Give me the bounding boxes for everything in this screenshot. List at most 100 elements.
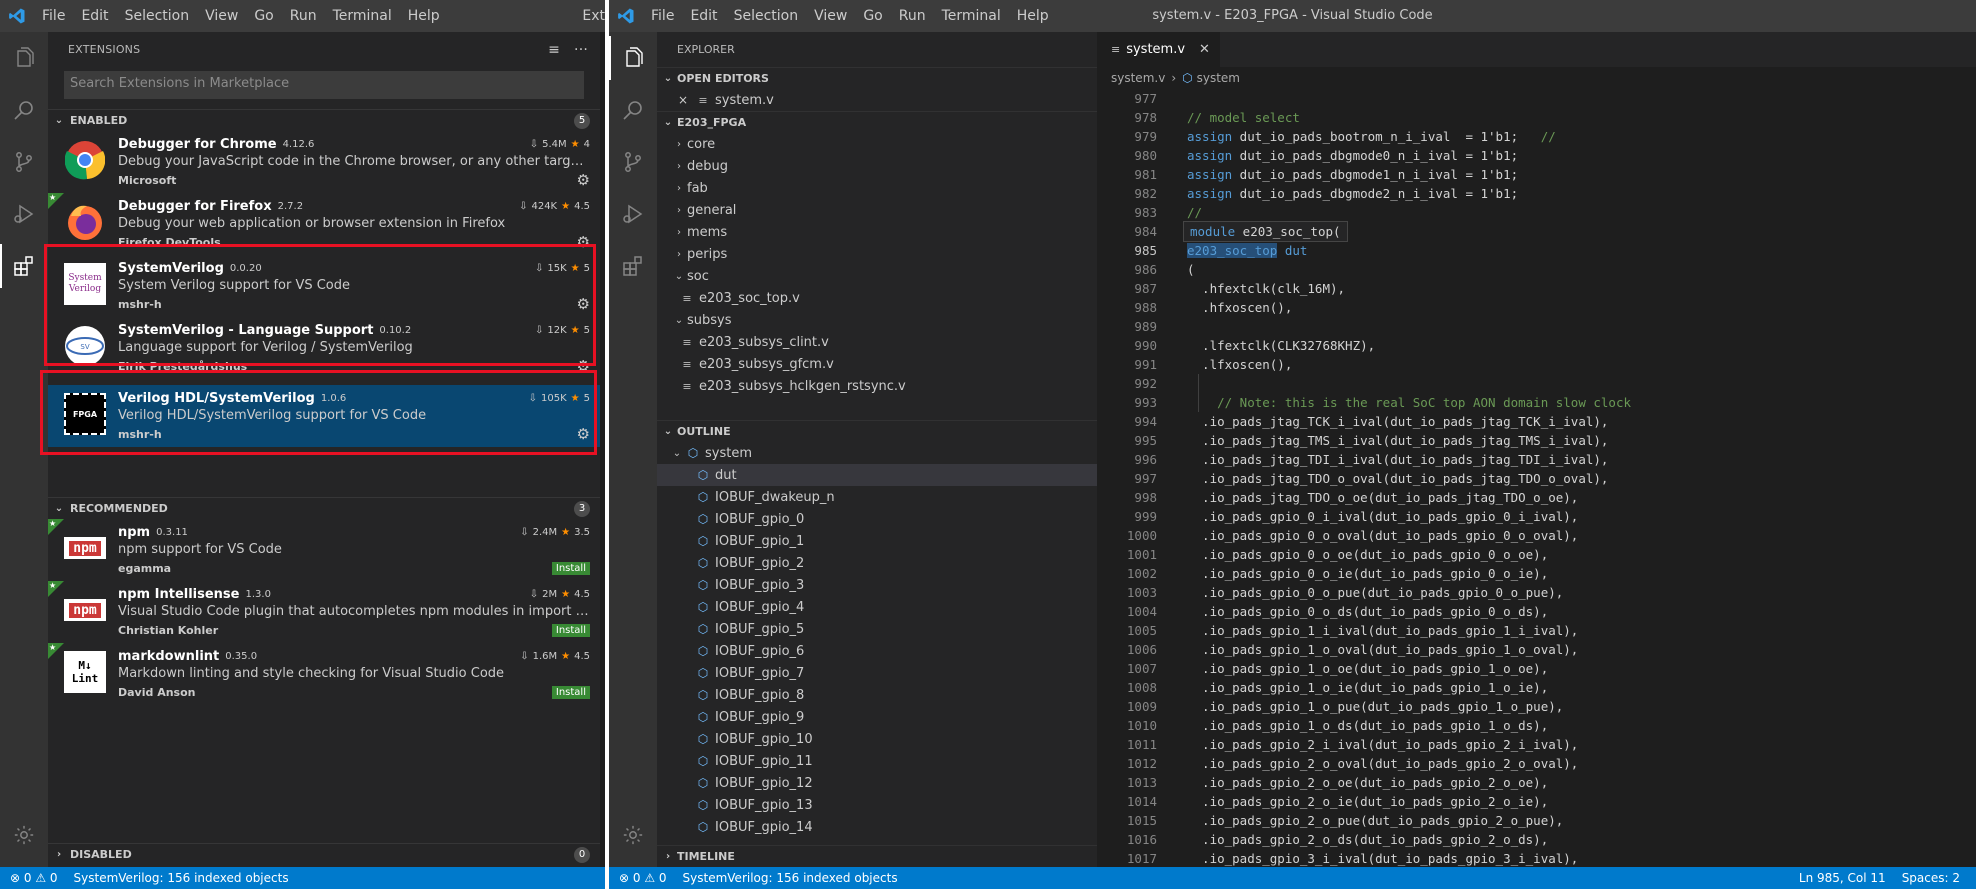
extension-publisher[interactable]: Christian Kohler bbox=[118, 624, 218, 637]
close-icon[interactable]: × bbox=[675, 93, 691, 107]
outline-item[interactable]: ⬡ IOBUF_gpio_13 bbox=[657, 794, 1097, 816]
more-actions-icon[interactable]: ··· bbox=[574, 42, 588, 58]
file-item[interactable]: ≡ e203_subsys_clint.v bbox=[657, 331, 1097, 353]
outline-root[interactable]: ⌄ ⬡ system bbox=[657, 442, 1097, 464]
breadcrumb-symbol[interactable]: system bbox=[1197, 71, 1240, 85]
folder-item[interactable]: › core bbox=[657, 133, 1097, 155]
code-area[interactable]: 977 978 // model select 979 assign dut_io_pa… bbox=[1097, 89, 1976, 867]
install-button[interactable]: Install bbox=[551, 685, 590, 699]
cursor-position[interactable]: Ln 985, Col 11 bbox=[1799, 871, 1886, 885]
menu-terminal[interactable]: Terminal bbox=[325, 0, 400, 32]
manage-extension-gear-icon[interactable]: ⚙ bbox=[577, 171, 590, 189]
outline-item[interactable]: ⬡ IOBUF_gpio_14 bbox=[657, 816, 1097, 838]
extension-item[interactable]: ★ npm npm 0.3.11 ⇩ 2.4M ★ 3.5 npm support for VS… bbox=[48, 519, 600, 581]
folder-item[interactable]: › fab bbox=[657, 177, 1097, 199]
file-item[interactable]: ≡ e203_subsys_hclkgen_rstsync.v bbox=[657, 375, 1097, 397]
extension-publisher[interactable]: mshr-h bbox=[118, 298, 162, 311]
extension-publisher[interactable]: Firefox DevTools bbox=[118, 236, 221, 249]
menu-selection[interactable]: Selection bbox=[117, 0, 198, 32]
extension-publisher[interactable]: mshr-h bbox=[118, 428, 162, 441]
outline-item[interactable]: ⬡ IOBUF_gpio_1 bbox=[657, 530, 1097, 552]
menu-overflow[interactable]: Ext bbox=[574, 0, 605, 32]
outline-item[interactable]: ⬡ IOBUF_gpio_0 bbox=[657, 508, 1097, 530]
install-button[interactable]: Install bbox=[551, 561, 590, 575]
extension-item[interactable]: ★ Debugger for Firefox 2.7.2 ⇩ 424K ★ 4.5 Debug… bbox=[48, 193, 600, 255]
manage-extension-gear-icon[interactable]: ⚙ bbox=[577, 233, 590, 251]
extension-publisher[interactable]: Eirik Prestegårdshus bbox=[118, 360, 247, 373]
outline-item[interactable]: ⬡ IOBUF_gpio_12 bbox=[657, 772, 1097, 794]
extension-item[interactable]: ★ npm npm Intellisense 1.3.0 ⇩ 2M ★ 4.5 Visual S… bbox=[48, 581, 600, 643]
extensions-icon[interactable] bbox=[0, 240, 48, 292]
folder-item[interactable]: ⌄ soc bbox=[657, 265, 1097, 287]
extension-item[interactable]: System Verilog SystemVerilog 0.0.20 ⇩ 15K ★ 5 S… bbox=[48, 255, 600, 317]
manage-gear-icon[interactable] bbox=[609, 809, 657, 861]
problems-indicator[interactable]: ⊗ 0 ⚠ 0 bbox=[10, 871, 58, 885]
extension-publisher[interactable]: Microsoft bbox=[118, 174, 176, 187]
manage-extension-gear-icon[interactable]: ⚙ bbox=[577, 357, 590, 375]
outline-item[interactable]: ⬡ IOBUF_gpio_8 bbox=[657, 684, 1097, 706]
source-control-icon[interactable] bbox=[609, 136, 657, 188]
folder-item[interactable]: › debug bbox=[657, 155, 1097, 177]
outline-item[interactable]: ⬡ IOBUF_gpio_9 bbox=[657, 706, 1097, 728]
outline-item[interactable]: ⬡ IOBUF_gpio_5 bbox=[657, 618, 1097, 640]
project-folder-header[interactable]: ⌄ E203_FPGA bbox=[657, 111, 1097, 133]
extensions-search-input[interactable]: Search Extensions in Marketplace bbox=[64, 71, 584, 99]
menu-help[interactable]: Help bbox=[400, 0, 448, 32]
folder-item[interactable]: › perips bbox=[657, 243, 1097, 265]
extension-publisher[interactable]: egamma bbox=[118, 562, 171, 575]
menu-file[interactable]: File bbox=[34, 0, 73, 32]
open-editors-header[interactable]: ⌄ OPEN EDITORS bbox=[657, 67, 1097, 89]
run-debug-icon[interactable] bbox=[0, 188, 48, 240]
menu-edit[interactable]: Edit bbox=[73, 0, 116, 32]
file-item[interactable]: ≡ e203_soc_top.v bbox=[657, 287, 1097, 309]
menu-file[interactable]: File bbox=[643, 0, 682, 32]
search-icon[interactable] bbox=[0, 84, 48, 136]
extensions-icon[interactable] bbox=[609, 240, 657, 292]
menu-view[interactable]: View bbox=[806, 0, 855, 32]
outline-item[interactable]: ⬡ IOBUF_gpio_6 bbox=[657, 640, 1097, 662]
recommended-section-header[interactable]: ⌄ RECOMMENDED 3 bbox=[48, 497, 600, 519]
menu-help[interactable]: Help bbox=[1009, 0, 1057, 32]
run-debug-icon[interactable] bbox=[609, 188, 657, 240]
filter-list-icon[interactable]: ≡ bbox=[548, 42, 560, 58]
extension-item[interactable]: Debugger for Chrome 4.12.6 ⇩ 5.4M ★ 4 Debug yo… bbox=[48, 131, 600, 193]
manage-extension-gear-icon[interactable]: ⚙ bbox=[577, 295, 590, 313]
outline-item[interactable]: ⬡ IOBUF_gpio_10 bbox=[657, 728, 1097, 750]
outline-item[interactable]: ⬡ IOBUF_dwakeup_n bbox=[657, 486, 1097, 508]
menu-view[interactable]: View bbox=[197, 0, 246, 32]
menu-run[interactable]: Run bbox=[891, 0, 934, 32]
menu-edit[interactable]: Edit bbox=[682, 0, 725, 32]
extension-item[interactable]: FPGA Verilog HDL/SystemVerilog 1.0.6 ⇩ 105K ★… bbox=[48, 385, 600, 447]
breadcrumb-file[interactable]: system.v bbox=[1111, 71, 1165, 85]
extension-item[interactable]: SV SystemVerilog - Language Support 0.10.2… bbox=[48, 317, 600, 379]
manage-gear-icon[interactable] bbox=[0, 809, 48, 861]
explorer-icon[interactable] bbox=[0, 32, 48, 84]
outline-item[interactable]: ⬡ dut bbox=[657, 464, 1097, 486]
menu-run[interactable]: Run bbox=[282, 0, 325, 32]
indentation-setting[interactable]: Spaces: 2 bbox=[1902, 871, 1960, 885]
folder-item[interactable]: ⌄ subsys bbox=[657, 309, 1097, 331]
menu-go[interactable]: Go bbox=[246, 0, 281, 32]
install-button[interactable]: Install bbox=[551, 623, 590, 637]
menu-selection[interactable]: Selection bbox=[726, 0, 807, 32]
close-icon[interactable]: ✕ bbox=[1199, 42, 1210, 57]
outline-item[interactable]: ⬡ IOBUF_gpio_2 bbox=[657, 552, 1097, 574]
outline-item[interactable]: ⬡ IOBUF_gpio_11 bbox=[657, 750, 1097, 772]
manage-extension-gear-icon[interactable]: ⚙ bbox=[577, 425, 590, 443]
folder-item[interactable]: › mems bbox=[657, 221, 1097, 243]
file-item[interactable]: ≡ e203_subsys_gfcm.v bbox=[657, 353, 1097, 375]
outline-item[interactable]: ⬡ IOBUF_gpio_3 bbox=[657, 574, 1097, 596]
folder-item[interactable]: › general bbox=[657, 199, 1097, 221]
open-editor-item[interactable]: × ≡ system.v bbox=[657, 89, 1097, 111]
outline-item[interactable]: ⬡ IOBUF_gpio_4 bbox=[657, 596, 1097, 618]
problems-indicator[interactable]: ⊗ 0 ⚠ 0 bbox=[619, 871, 667, 885]
extension-publisher[interactable]: David Anson bbox=[118, 686, 195, 699]
menu-terminal[interactable]: Terminal bbox=[934, 0, 1009, 32]
extension-item[interactable]: ★ M↓ Lint markdownlint 0.35.0 ⇩ 1.6M ★ 4.5 Markd… bbox=[48, 643, 600, 705]
outline-item[interactable]: ⬡ IOBUF_gpio_7 bbox=[657, 662, 1097, 684]
enabled-section-header[interactable]: ⌄ ENABLED 5 bbox=[48, 109, 600, 131]
source-control-icon[interactable] bbox=[0, 136, 48, 188]
explorer-icon[interactable] bbox=[609, 32, 657, 84]
menu-go[interactable]: Go bbox=[855, 0, 890, 32]
tab-system-v[interactable]: ≡ system.v ✕ bbox=[1097, 32, 1220, 67]
